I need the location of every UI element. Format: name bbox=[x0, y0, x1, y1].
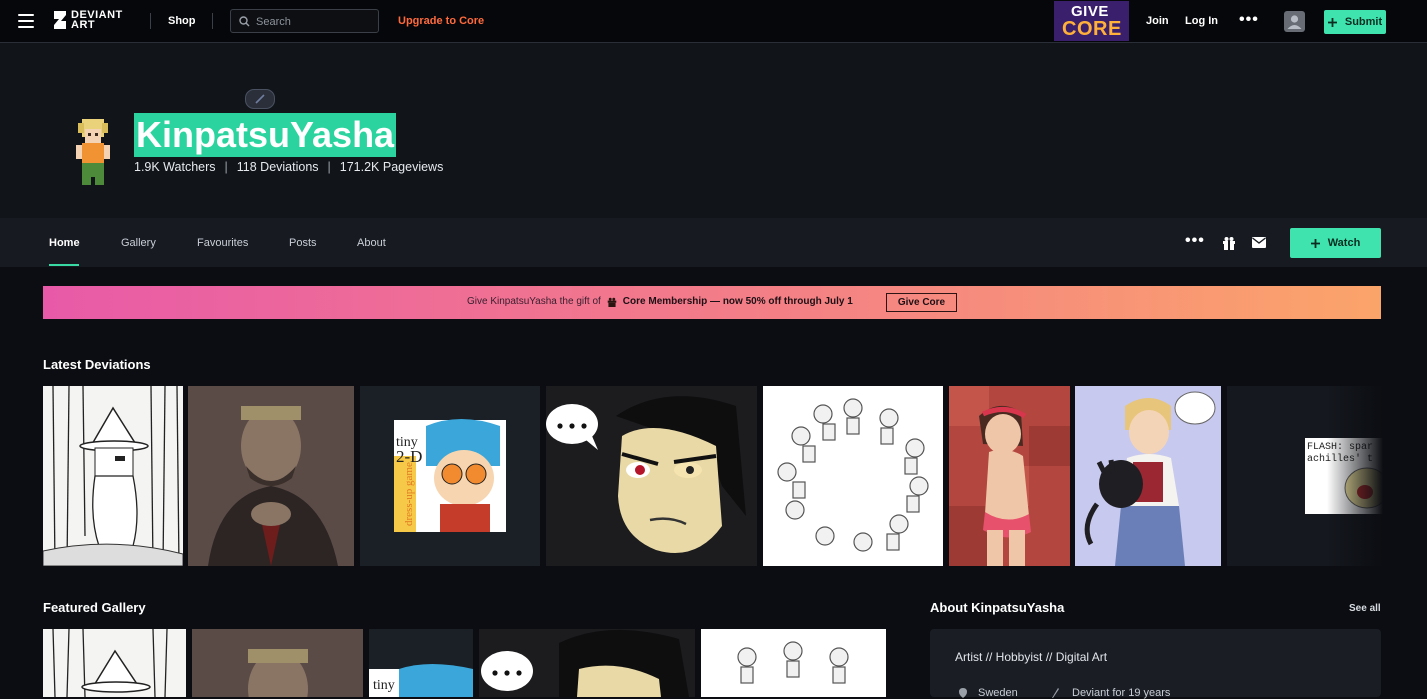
about-member-since: Deviant for 19 years bbox=[1072, 687, 1171, 699]
watch-button[interactable]: Watch bbox=[1290, 228, 1381, 258]
featured-thumb-grumpy-face[interactable] bbox=[479, 629, 695, 697]
plus-icon bbox=[1310, 238, 1320, 248]
tab-home[interactable]: Home bbox=[49, 237, 80, 249]
profile-stats: 1.9K Watchers | 118 Deviations | 171.2K … bbox=[134, 160, 443, 174]
join-link[interactable]: Join bbox=[1146, 15, 1169, 27]
edit-profile-button[interactable] bbox=[245, 89, 275, 109]
more-options-icon[interactable]: ••• bbox=[1239, 11, 1259, 29]
search-icon bbox=[239, 16, 250, 27]
search-input[interactable] bbox=[254, 14, 378, 30]
deviation-thumb-boy-with-cat[interactable] bbox=[1075, 386, 1221, 566]
deviation-thumb-grumpy-face[interactable] bbox=[546, 386, 757, 566]
deviations-count[interactable]: 118 Deviations bbox=[237, 160, 319, 174]
featured-gallery-heading: Featured Gallery bbox=[43, 600, 146, 615]
deviation-thumb-flash-achilles[interactable]: FLASH: spar achilles' t bbox=[1227, 386, 1383, 566]
banner-intro: Give KinpatsuYasha the gift of bbox=[467, 296, 601, 307]
give-core-button[interactable]: Give Core bbox=[886, 293, 957, 312]
tiny-dress-up-label: dress-up game bbox=[403, 462, 415, 526]
give-core-promo-banner[interactable]: GIVE CORE bbox=[1054, 1, 1129, 41]
gift-icon bbox=[607, 297, 617, 307]
plus-icon bbox=[1327, 17, 1337, 27]
tab-posts[interactable]: Posts bbox=[289, 237, 317, 249]
tab-about[interactable]: About bbox=[357, 237, 386, 249]
featured-thumb-forest-sketch[interactable] bbox=[43, 629, 186, 697]
profile-username: KinpatsuYasha bbox=[134, 113, 397, 157]
profile-avatar[interactable] bbox=[70, 115, 118, 187]
shop-link[interactable]: Shop bbox=[168, 15, 196, 27]
watch-label: Watch bbox=[1327, 237, 1361, 249]
deviantart-logo-icon bbox=[54, 11, 66, 29]
login-link[interactable]: Log In bbox=[1185, 15, 1218, 27]
submit-button[interactable]: Submit bbox=[1324, 10, 1386, 34]
deviation-thumb-tiny-2d-dress-up[interactable]: tiny 2-D dress-up game bbox=[360, 386, 540, 566]
message-icon[interactable] bbox=[1252, 237, 1266, 248]
deviation-thumb-circle-of-figures[interactable] bbox=[763, 386, 943, 566]
stats-separator: | bbox=[327, 160, 331, 174]
featured-thumb-tiny-2d[interactable]: tiny bbox=[369, 629, 473, 697]
promo-line2: CORE bbox=[1062, 18, 1122, 40]
featured-thumb-circle-of-figures[interactable] bbox=[701, 629, 886, 697]
pencil-icon bbox=[255, 94, 265, 104]
gift-icon[interactable] bbox=[1222, 236, 1236, 250]
user-avatar-button[interactable] bbox=[1284, 11, 1305, 32]
menu-icon[interactable] bbox=[18, 14, 34, 28]
featured-thumb-bearded-man[interactable] bbox=[192, 629, 363, 697]
submit-label: Submit bbox=[1344, 16, 1383, 28]
logo-text: DEVIANT ART bbox=[71, 9, 123, 31]
deviation-thumb-girl-red-bg[interactable] bbox=[949, 386, 1070, 566]
latest-deviations-heading: Latest Deviations bbox=[43, 357, 151, 372]
watchers-count[interactable]: 1.9K Watchers bbox=[134, 160, 216, 174]
profile-more-icon[interactable]: ••• bbox=[1185, 232, 1205, 250]
deviation-thumb-forest-sketch[interactable] bbox=[43, 386, 183, 566]
deviation-thumb-bearded-man[interactable] bbox=[188, 386, 354, 566]
tab-favourites[interactable]: Favourites bbox=[197, 237, 248, 249]
user-icon bbox=[1287, 15, 1302, 29]
divider bbox=[150, 13, 151, 29]
core-gift-banner-text: Give KinpatsuYasha the gift of Core Memb… bbox=[467, 296, 853, 307]
stats-separator: | bbox=[224, 160, 228, 174]
tab-gallery[interactable]: Gallery bbox=[121, 237, 156, 249]
featured-tiny-label: tiny bbox=[373, 678, 395, 693]
about-location: Sweden bbox=[978, 687, 1018, 699]
deviantart-logo[interactable]: DEVIANT ART bbox=[54, 9, 123, 31]
active-tab-indicator bbox=[49, 264, 79, 266]
banner-offer: Core Membership — now 50% off through Ju… bbox=[622, 296, 853, 307]
see-all-link[interactable]: See all bbox=[1349, 603, 1381, 614]
about-heading: About KinpatsuYasha bbox=[930, 600, 1065, 615]
pageviews-count: 171.2K Pageviews bbox=[339, 160, 444, 174]
divider bbox=[212, 13, 213, 29]
upgrade-to-core-link[interactable]: Upgrade to Core bbox=[398, 15, 484, 27]
top-navbar: DEVIANT ART Shop Upgrade to Core GIVE CO… bbox=[0, 0, 1427, 43]
search-box[interactable] bbox=[230, 9, 379, 33]
about-roles: Artist // Hobbyist // Digital Art bbox=[955, 650, 1108, 664]
